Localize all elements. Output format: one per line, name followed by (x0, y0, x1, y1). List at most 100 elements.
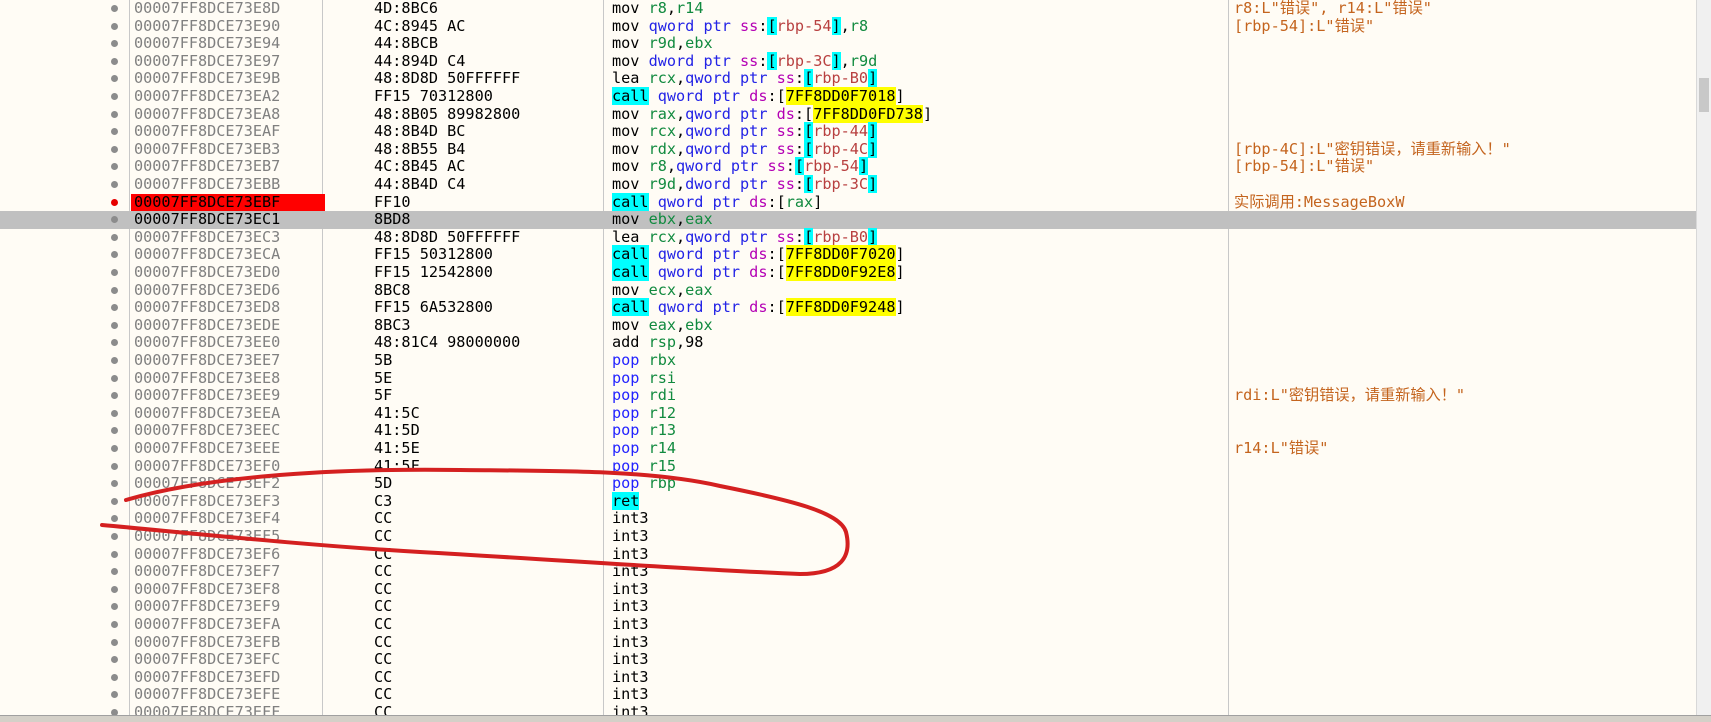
asm-token: int3 (612, 527, 649, 545)
breakpoint-dot-icon[interactable] (111, 409, 118, 417)
vertical-scrollbar[interactable] (1696, 0, 1711, 715)
breakpoint-dot-icon[interactable] (111, 233, 118, 241)
breakpoint-dot-icon[interactable] (111, 656, 118, 664)
instruction-address: 00007FF8DCE73EFA (134, 615, 281, 633)
instruction-row[interactable]: 00007FF8DCE73EFE CC int3 (0, 686, 1697, 704)
breakpoint-dot-icon[interactable] (111, 533, 118, 540)
breakpoint-dot-icon[interactable] (111, 57, 118, 65)
instruction-row[interactable]: 00007FF8DCE73EF5 CC int3 (0, 527, 1697, 546)
breakpoint-dot-icon[interactable] (111, 93, 118, 100)
instruction-row[interactable]: 00007FF8DCE73EBB 44:8B4D C4 mov r9d,dword … (0, 175, 1697, 194)
instruction-row[interactable]: 00007FF8DCE73E97 44:894D C4 mov dword ptr … (0, 51, 1697, 71)
breakpoint-dot-icon[interactable] (111, 515, 118, 523)
breakpoint-dot-icon[interactable] (111, 445, 118, 452)
instruction-row[interactable]: 00007FF8DCE73EF4 CC int3 (0, 510, 1697, 528)
instruction-row[interactable]: 00007FF8DCE73E9B 48:8D8D 50FFFFFF lea rcx,… (0, 69, 1697, 88)
instruction-disassembly: int3 (612, 633, 649, 652)
asm-token: call (612, 298, 649, 317)
asm-token: call (612, 263, 649, 281)
instruction-row[interactable]: 00007FF8DCE73E90 4C:8945 AC mov qword ptr … (0, 16, 1697, 36)
instruction-row[interactable]: 00007FF8DCE73EFA CC int3 (0, 615, 1697, 634)
scrollbar-thumb[interactable] (1699, 78, 1709, 112)
breakpoint-dot-icon[interactable] (111, 374, 118, 382)
instruction-disassembly: mov ebx,eax (612, 210, 713, 229)
instruction-row[interactable]: 00007FF8DCE73ECA FF15 50312800 call qword … (0, 245, 1697, 264)
instruction-row[interactable]: 00007FF8DCE73EE9 5F pop rdi rdi:L"密钥错误，请重新输… (0, 386, 1697, 405)
instruction-row[interactable]: 00007FF8DCE73E8D 4D:8BC6 mov r8,r14 r8:L"错误… (0, 0, 1697, 18)
instruction-row[interactable]: 00007FF8DCE73EC1 8BD8 mov ebx,eax (0, 210, 1697, 229)
breakpoint-dot-icon[interactable] (111, 339, 118, 347)
breakpoint-dot-icon[interactable] (111, 497, 118, 505)
instruction-bytes: 44:894D C4 (374, 51, 466, 70)
instruction-row[interactable]: 00007FF8DCE73EB7 4C:8B45 AC mov r8,qword p… (0, 157, 1697, 176)
instruction-row[interactable]: 00007FF8DCE73EF0 41:5F pop r15 (0, 457, 1697, 476)
breakpoint-dot-icon[interactable] (111, 251, 118, 259)
breakpoint-dot-icon[interactable] (111, 163, 118, 171)
breakpoint-dot-icon[interactable] (111, 198, 118, 206)
instruction-row[interactable]: 00007FF8DCE73EF2 5D pop rbp (0, 474, 1697, 493)
breakpoint-dot-icon[interactable] (111, 286, 118, 294)
instruction-row[interactable]: 00007FF8DCE73EEA 41:5C pop r12 (0, 404, 1697, 423)
instruction-row[interactable]: 00007FF8DCE73EA8 48:8B05 89982800 mov rax,… (0, 104, 1697, 124)
instruction-row[interactable]: 00007FF8DCE73EF9 CC int3 (0, 598, 1697, 616)
breakpoint-dot-icon[interactable] (111, 462, 118, 470)
instruction-row[interactable]: 00007FF8DCE73ED0 FF15 12542800 call qword … (0, 263, 1697, 282)
instruction-row[interactable]: 00007FF8DCE73EF6 CC int3 (0, 545, 1697, 564)
breakpoint-dot-icon[interactable] (111, 673, 118, 681)
breakpoint-dot-icon[interactable] (111, 392, 118, 400)
instruction-row[interactable]: 00007FF8DCE73EF8 CC int3 (0, 580, 1697, 599)
instruction-row[interactable]: 00007FF8DCE73EFC CC int3 (0, 650, 1697, 669)
breakpoint-dot-icon[interactable] (111, 110, 118, 118)
breakpoint-dot-icon[interactable] (111, 691, 118, 699)
breakpoint-dot-icon[interactable] (111, 321, 118, 329)
breakpoint-dot-icon[interactable] (111, 181, 118, 188)
instruction-row[interactable]: 00007FF8DCE73ED6 8BC8 mov ecx,eax (0, 281, 1697, 300)
breakpoint-dot-icon[interactable] (111, 603, 118, 611)
instruction-row[interactable]: 00007FF8DCE73EA2 FF15 70312800 call qword … (0, 87, 1697, 106)
instruction-row[interactable]: 00007FF8DCE73EF7 CC int3 (0, 562, 1697, 581)
instruction-row[interactable]: 00007FF8DCE73EFF CC int3 (0, 703, 1697, 715)
asm-token: ss (776, 175, 795, 193)
breakpoint-dot-icon[interactable] (111, 568, 118, 576)
breakpoint-dot-icon[interactable] (111, 269, 118, 276)
instruction-row[interactable]: 00007FF8DCE73EBF FF10 call qword ptr ds:[r… (0, 192, 1697, 212)
breakpoint-dot-icon[interactable] (111, 216, 118, 224)
breakpoint-dot-icon[interactable] (111, 5, 118, 12)
disassembly-view[interactable]: 00007FF8DCE73E8D 4D:8BC6 mov r8,r14 r8:L"错误… (0, 0, 1697, 715)
instruction-row[interactable]: 00007FF8DCE73E94 44:8BCB mov r9d,ebx (0, 34, 1697, 53)
instruction-row[interactable]: 00007FF8DCE73EE8 5E pop rsi (0, 368, 1697, 388)
asm-token: r13 (648, 421, 677, 440)
asm-token: ds (749, 87, 768, 105)
instruction-row[interactable]: 00007FF8DCE73EE0 48:81C4 98000000 add rsp,… (0, 334, 1697, 352)
breakpoint-dot-icon[interactable] (111, 621, 118, 628)
breakpoint-dot-icon[interactable] (111, 40, 118, 48)
instruction-row[interactable]: 00007FF8DCE73EEC 41:5D pop r13 (0, 422, 1697, 440)
breakpoint-dot-icon[interactable] (111, 22, 118, 30)
breakpoint-dot-icon[interactable] (111, 480, 118, 488)
instruction-bytes: 48:81C4 98000000 (374, 333, 521, 352)
breakpoint-dot-icon[interactable] (111, 638, 118, 646)
instruction-address: 00007FF8DCE73EFB (134, 632, 281, 651)
breakpoint-dot-icon[interactable] (111, 585, 118, 593)
instruction-address: 00007FF8DCE73EBF (131, 193, 325, 212)
instruction-row[interactable]: 00007FF8DCE73EDE 8BC3 mov eax,ebx (0, 316, 1697, 335)
instruction-row[interactable]: 00007FF8DCE73EE7 5B pop rbx (0, 351, 1697, 370)
breakpoint-dot-icon[interactable] (111, 128, 118, 136)
breakpoint-dot-icon[interactable] (111, 427, 118, 435)
breakpoint-dot-icon[interactable] (111, 550, 118, 558)
breakpoint-dot-icon[interactable] (111, 145, 118, 153)
breakpoint-dot-icon[interactable] (111, 304, 118, 312)
breakpoint-dot-icon[interactable] (111, 75, 118, 83)
instruction-row[interactable]: 00007FF8DCE73EFD CC int3 (0, 668, 1697, 687)
instruction-row[interactable]: 00007FF8DCE73EFB CC int3 (0, 632, 1697, 652)
instruction-row[interactable]: 00007FF8DCE73ED8 FF15 6A532800 call qword … (0, 298, 1697, 317)
asm-token: rsi (648, 368, 677, 387)
instruction-row[interactable]: 00007FF8DCE73EF3 C3 ret (0, 491, 1697, 511)
instruction-row[interactable]: 00007FF8DCE73EEE 41:5E pop r14 r14:L"错误" (0, 439, 1697, 458)
instruction-row[interactable]: 00007FF8DCE73EB3 48:8B55 B4 mov rdx,qword … (0, 139, 1697, 159)
instruction-address: 00007FF8DCE73E94 (134, 34, 281, 53)
instruction-row[interactable]: 00007FF8DCE73EC3 48:8D8D 50FFFFFF lea rcx,… (0, 227, 1697, 247)
asm-token: eax (685, 210, 713, 229)
instruction-row[interactable]: 00007FF8DCE73EAF 48:8B4D BC mov rcx,qword … (0, 122, 1697, 141)
breakpoint-dot-icon[interactable] (111, 357, 118, 364)
